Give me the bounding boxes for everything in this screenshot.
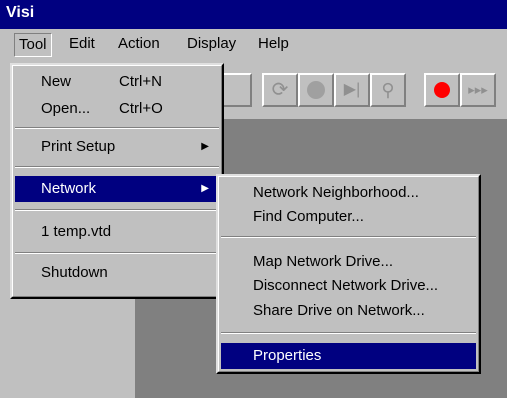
title-bar: Visi bbox=[0, 0, 507, 29]
menu-item-network[interactable]: Network ▶ bbox=[15, 176, 219, 202]
blank-button[interactable] bbox=[222, 73, 252, 107]
stop-icon bbox=[307, 81, 325, 99]
menu-item-print-setup[interactable]: Print Setup ▶ bbox=[15, 134, 219, 160]
menu-item-open[interactable]: Open... Ctrl+O bbox=[15, 96, 219, 122]
menu-bar: Tool Edit Action Display Help bbox=[0, 29, 507, 61]
network-submenu: Network Neighborhood... Find Computer...… bbox=[216, 174, 481, 374]
submenu-arrow-icon: ▶ bbox=[201, 183, 209, 194]
menu-item-find-computer[interactable]: Find Computer... bbox=[221, 204, 476, 230]
menu-item-recent-file[interactable]: 1 temp.vtd bbox=[15, 219, 219, 245]
menu-separator bbox=[15, 127, 219, 129]
stop-button[interactable] bbox=[298, 73, 334, 107]
loop-icon: ⟳ bbox=[271, 79, 289, 101]
menu-item-map-network-drive[interactable]: Map Network Drive... bbox=[221, 249, 476, 275]
menu-separator bbox=[221, 236, 476, 238]
menu-item-disconnect-network-drive[interactable]: Disconnect Network Drive... bbox=[221, 273, 476, 299]
window-title: Visi bbox=[6, 4, 35, 21]
tool-menu: New Ctrl+N Open... Ctrl+O Print Setup ▶ … bbox=[10, 63, 224, 299]
menu-separator bbox=[221, 332, 476, 334]
record-button[interactable] bbox=[424, 73, 460, 107]
record-icon bbox=[434, 82, 450, 98]
menu-item-shutdown[interactable]: Shutdown bbox=[15, 260, 219, 286]
menu-item-new[interactable]: New Ctrl+N bbox=[15, 69, 219, 95]
menu-display[interactable]: Display bbox=[183, 33, 240, 55]
menu-item-network-neighborhood[interactable]: Network Neighborhood... bbox=[221, 180, 476, 206]
menu-item-properties[interactable]: Properties bbox=[221, 343, 476, 369]
menu-help[interactable]: Help bbox=[254, 33, 293, 55]
menu-separator bbox=[15, 209, 219, 211]
menu-tool[interactable]: Tool bbox=[14, 33, 52, 57]
fast-forward-icon: ▸▸▸ bbox=[468, 82, 488, 97]
fast-forward-button[interactable]: ▸▸▸ bbox=[460, 73, 496, 107]
step-icon: ▶| bbox=[343, 81, 361, 98]
step-button[interactable]: ▶| bbox=[334, 73, 370, 107]
loop-button[interactable]: ⟳ bbox=[262, 73, 298, 107]
submenu-arrow-icon: ▶ bbox=[201, 141, 209, 152]
menu-separator bbox=[15, 252, 219, 254]
menu-edit[interactable]: Edit bbox=[65, 33, 99, 55]
zoom-button[interactable]: ⚲ bbox=[370, 73, 406, 107]
menu-item-share-drive[interactable]: Share Drive on Network... bbox=[221, 298, 476, 324]
zoom-icon: ⚲ bbox=[381, 80, 395, 100]
menu-separator bbox=[15, 166, 219, 168]
menu-action[interactable]: Action bbox=[114, 33, 164, 55]
